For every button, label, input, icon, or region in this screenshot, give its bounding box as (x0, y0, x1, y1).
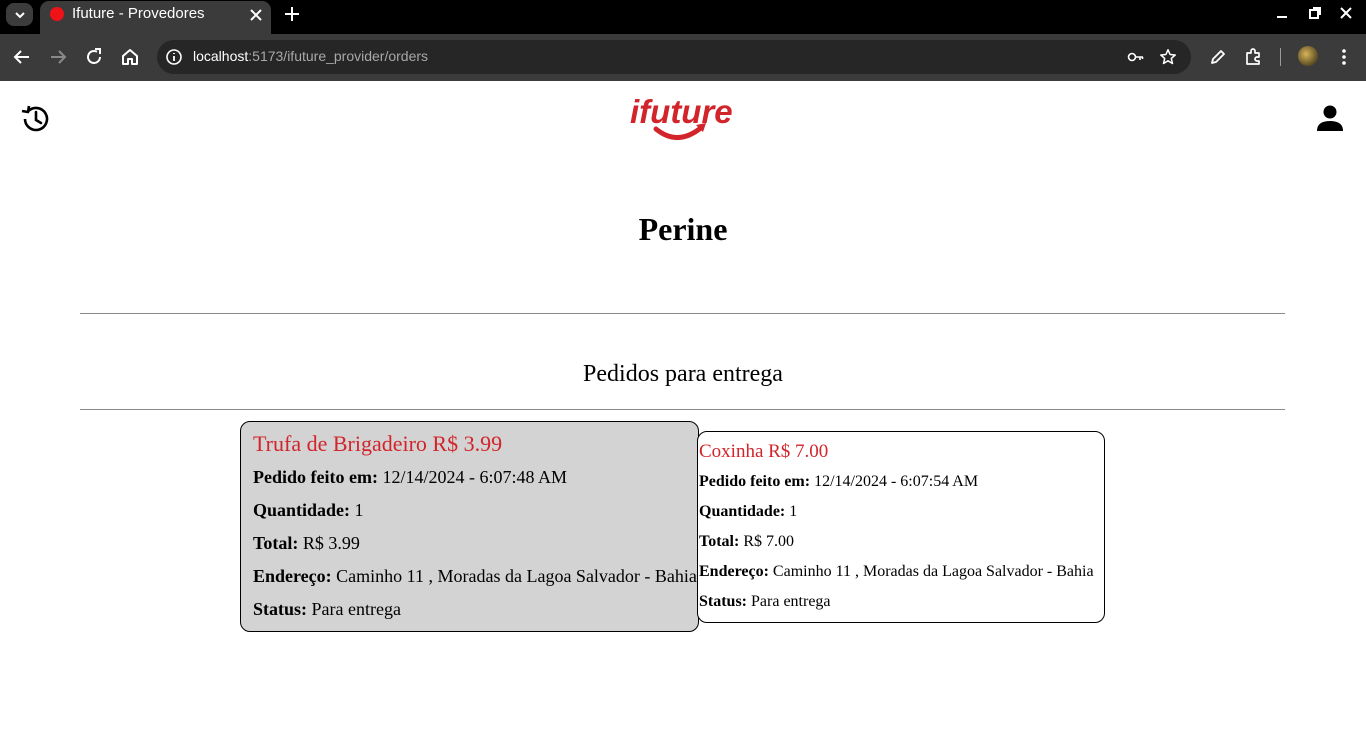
order-card[interactable]: Coxinha R$ 7.00 Pedido feito em: 12/14/2… (697, 431, 1105, 623)
order-address-row: Endereço: Caminho 11 , Moradas da Lagoa … (699, 563, 1094, 580)
provider-name: Perine (638, 211, 728, 247)
tab-search-button[interactable] (6, 3, 33, 26)
star-bookmark-icon[interactable] (1159, 48, 1177, 66)
divider-bottom (80, 409, 1285, 410)
order-quantity-row: Quantidade: 1 (253, 500, 364, 520)
profile-avatar[interactable] (1298, 46, 1318, 66)
window-close-icon[interactable] (1339, 6, 1353, 20)
pen-icon[interactable] (1208, 47, 1228, 67)
restore-icon[interactable] (1308, 6, 1322, 20)
chevron-down-icon (14, 11, 25, 18)
toolbar-separator (1280, 48, 1281, 66)
browser-tab-active[interactable]: Ifuture - Provedores (40, 1, 271, 34)
kebab-menu-icon[interactable] (1334, 47, 1354, 67)
order-total-row: Total: R$ 3.99 (253, 533, 360, 553)
browser-toolbar: localhost:5173/ifuture_provider/orders (0, 34, 1366, 81)
browser-tab-bar: Ifuture - Provedores (0, 0, 1366, 34)
user-icon[interactable] (1314, 103, 1346, 135)
order-total-row: Total: R$ 7.00 (699, 533, 794, 550)
extensions-puzzle-icon[interactable] (1244, 47, 1264, 67)
favicon-icon (50, 7, 64, 21)
key-icon[interactable] (1127, 48, 1145, 66)
order-date-row: Pedido feito em: 12/14/2024 - 6:07:48 AM (253, 467, 567, 487)
section-title: Pedidos para entrega (583, 361, 783, 387)
svg-text:ifuture: ifuture (630, 93, 733, 130)
history-icon[interactable] (19, 102, 53, 136)
order-status-row: Status: Para entrega (699, 593, 831, 610)
order-title: Trufa de Brigadeiro R$ 3.99 (253, 431, 503, 456)
minimize-icon[interactable] (1275, 6, 1289, 20)
order-status-row: Status: Para entrega (253, 599, 401, 619)
ifuture-logo[interactable]: ifuture (626, 89, 738, 145)
site-info-icon[interactable] (165, 48, 183, 66)
forward-arrow-icon[interactable] (48, 47, 68, 67)
back-arrow-icon[interactable] (12, 47, 32, 67)
divider-top (80, 313, 1285, 314)
reload-icon[interactable] (84, 47, 104, 67)
address-bar[interactable]: localhost:5173/ifuture_provider/orders (157, 40, 1191, 74)
url-text: localhost:5173/ifuture_provider/orders (193, 48, 429, 64)
tab-title: Ifuture - Provedores (72, 5, 205, 22)
order-address-row: Endereço: Caminho 11 , Moradas da Lagoa … (253, 566, 697, 586)
page-content: ifuture Perine Pedidos para entrega Truf… (0, 81, 1366, 730)
close-icon[interactable] (246, 5, 266, 25)
order-card[interactable]: Trufa de Brigadeiro R$ 3.99 Pedido feito… (240, 421, 699, 632)
order-date-row: Pedido feito em: 12/14/2024 - 6:07:54 AM (699, 473, 979, 490)
new-tab-plus-icon[interactable] (283, 5, 301, 23)
order-title: Coxinha R$ 7.00 (699, 441, 829, 462)
order-quantity-row: Quantidade: 1 (699, 503, 798, 520)
home-icon[interactable] (120, 47, 140, 67)
